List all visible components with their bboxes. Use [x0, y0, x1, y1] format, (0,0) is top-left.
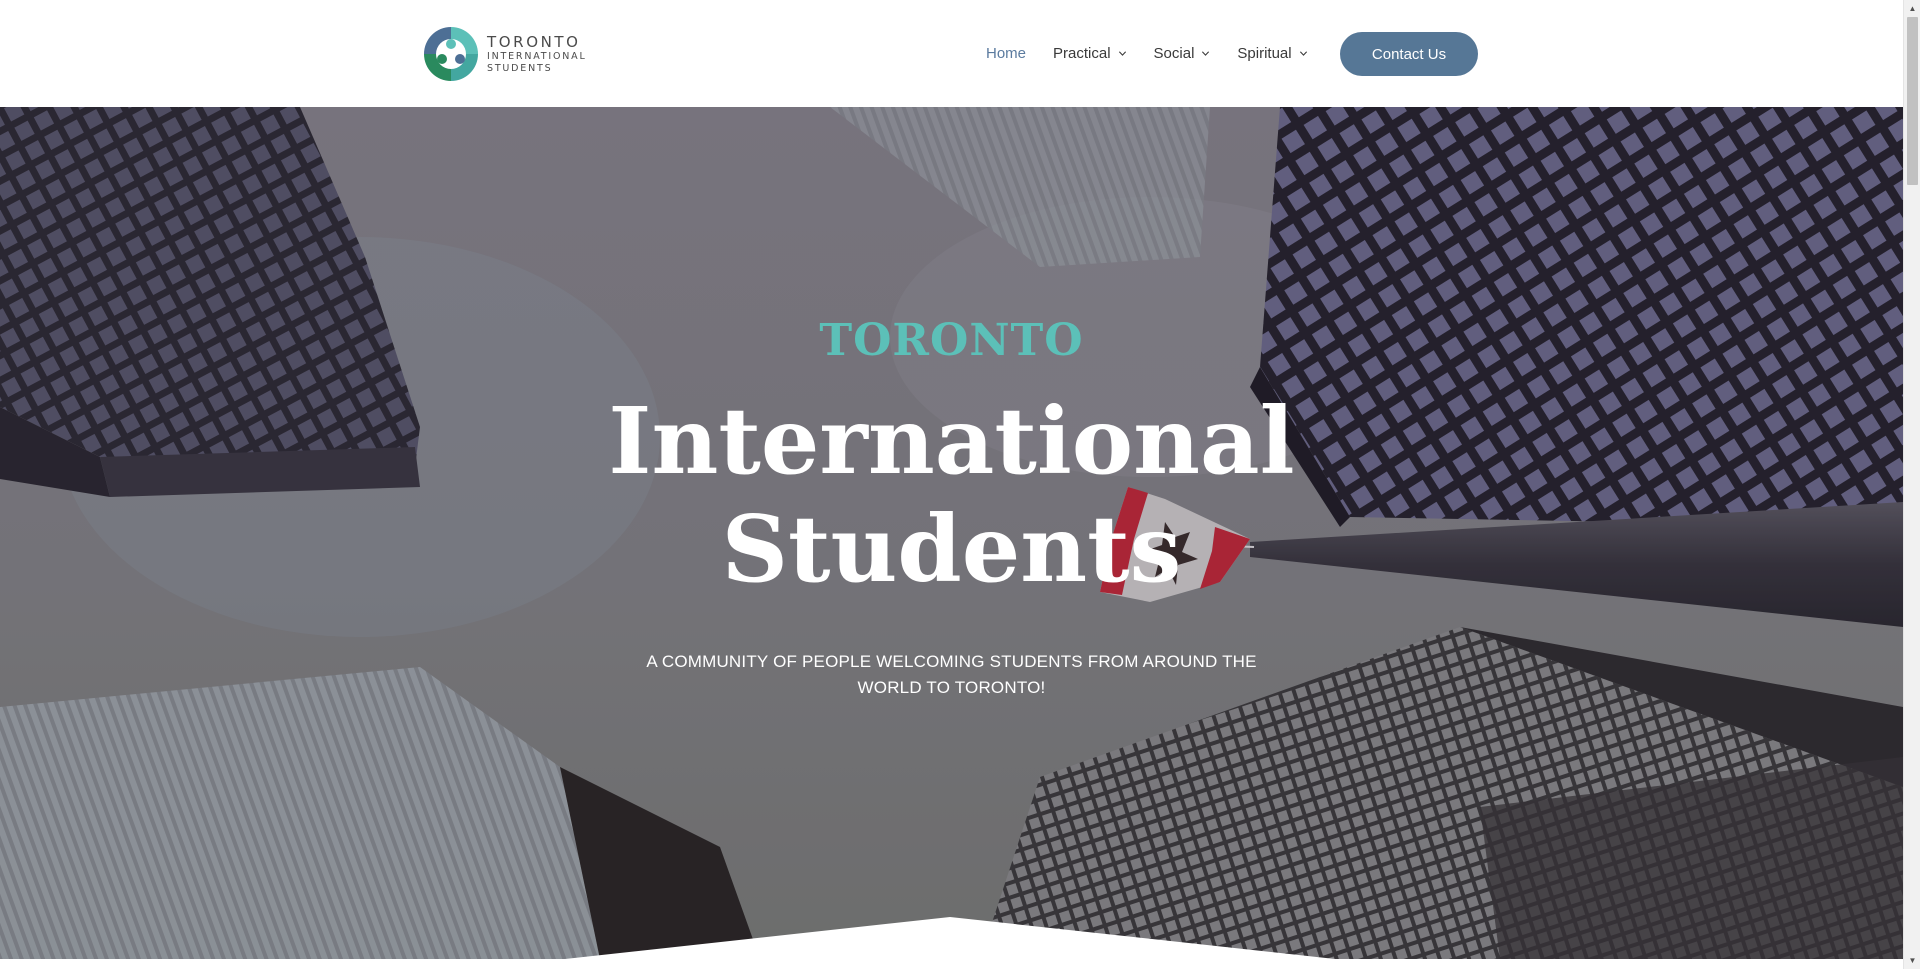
hero-headline: International Students [0, 387, 1903, 603]
nav-practical-label: Practical [1053, 45, 1111, 62]
hero-tagline: A COMMUNITY OF PEOPLE WELCOMING STUDENTS… [646, 652, 1257, 697]
nav-item-spiritual[interactable]: Spiritual [1237, 45, 1307, 62]
scroll-thumb[interactable] [1907, 17, 1918, 185]
page-scrollbar[interactable]: ▲ ▼ [1903, 0, 1920, 969]
contact-us-button[interactable]: Contact Us [1340, 32, 1478, 76]
hero-headline-line-1: International [608, 387, 1295, 495]
chevron-down-icon [1299, 51, 1307, 56]
logo-wordmark: TORONTO INTERNATIONAL STUDENTS [487, 35, 587, 73]
chevron-down-icon [1118, 51, 1126, 56]
nav-home-label: Home [986, 45, 1027, 62]
scroll-down-arrow-icon[interactable]: ▼ [1904, 952, 1920, 969]
main-nav: Home Practical Social Spiritual [986, 0, 1335, 107]
logo-line-2: INTERNATIONAL [487, 51, 587, 62]
hero-content: TORONTO International Students A COMMUNI… [0, 107, 1903, 959]
hero-headline-line-2: Students [721, 495, 1182, 603]
scroll-up-arrow-icon[interactable]: ▲ [1904, 0, 1920, 17]
nav-item-social[interactable]: Social [1154, 45, 1211, 62]
nav-item-home[interactable]: Home [986, 45, 1026, 62]
nav-social-label: Social [1153, 45, 1195, 62]
logo-line-1: TORONTO [487, 33, 581, 51]
logo-icon [424, 27, 478, 81]
chevron-down-icon [1202, 51, 1210, 56]
hero-eyebrow: TORONTO [819, 315, 1084, 366]
nav-spiritual-label: Spiritual [1237, 45, 1292, 62]
site-logo[interactable]: TORONTO INTERNATIONAL STUDENTS [422, 25, 587, 83]
site-header: TORONTO INTERNATIONAL STUDENTS Home Prac… [0, 0, 1903, 107]
hero-section: TORONTO International Students A COMMUNI… [0, 107, 1903, 959]
nav-item-practical[interactable]: Practical [1053, 45, 1127, 62]
hero-bottom-divider [0, 917, 1903, 959]
logo-line-3: STUDENTS [487, 62, 553, 74]
